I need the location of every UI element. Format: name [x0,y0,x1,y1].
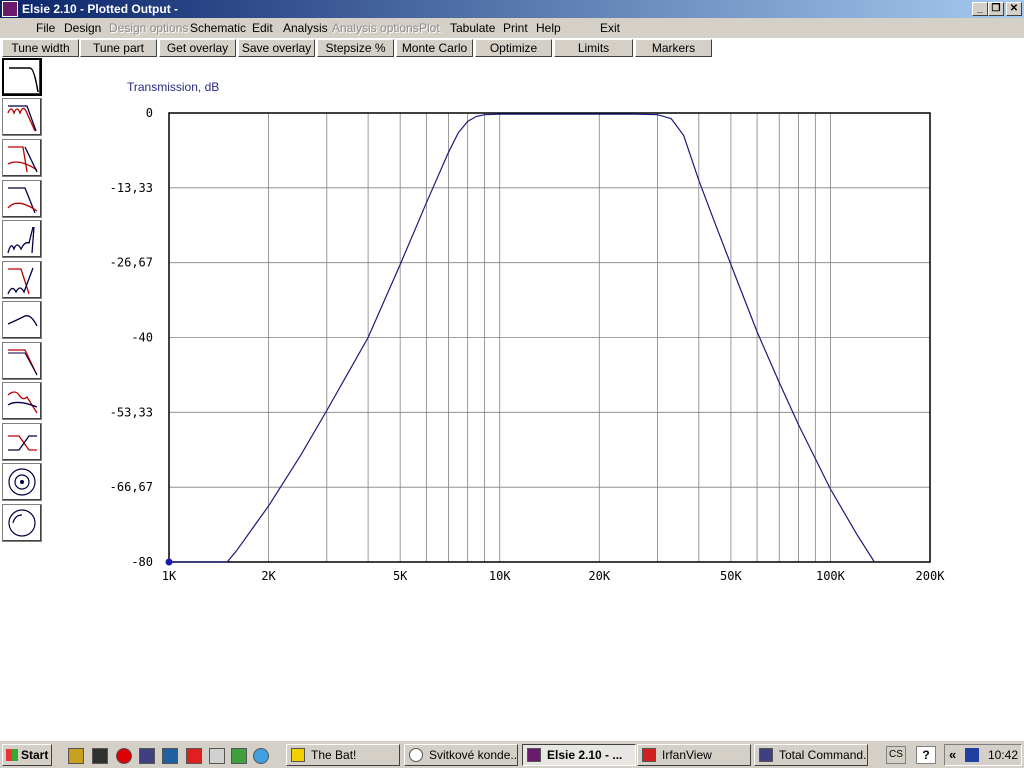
tray-chevron-icon[interactable]: « [949,747,956,762]
tune-part-button[interactable]: Tune part [80,39,157,57]
elsie-icon [527,748,541,762]
optimize-button[interactable]: Optimize [475,39,552,57]
save-overlay-button[interactable]: Save overlay [238,39,315,57]
ie-icon[interactable] [253,748,269,764]
y-tick-label: -13,33 [110,181,153,195]
x-tick-label: 200K [916,569,946,583]
menu-bar: File Design Design options Schematic Edi… [0,18,1024,38]
x-tick-label: 5K [393,569,408,583]
calc-icon[interactable] [231,748,247,764]
star-burst-icon[interactable] [186,748,202,764]
clock[interactable]: 10:42 [988,748,1018,762]
minimize-button[interactable]: _ [972,2,988,16]
x-tick-label: 1K [162,569,177,583]
y-tick-label: -26,67 [110,256,153,270]
x-tick-label: 50K [720,569,742,583]
title-bar: Elsie 2.10 - Plotted Output - _ ❐ ✕ [0,0,1024,18]
menu-file[interactable]: File [36,21,55,35]
menu-analysis[interactable]: Analysis [283,21,328,35]
task-elsie[interactable]: Elsie 2.10 - ... [522,744,636,766]
tune-width-button[interactable]: Tune width [2,39,79,57]
x-tick-label: 10K [489,569,511,583]
y-tick-label: -80 [131,555,153,569]
mailbox-icon[interactable] [92,748,108,764]
tool-icon[interactable] [162,748,178,764]
x-tick-label: 100K [816,569,846,583]
taskbar: Start The Bat! Svitkové konde... Elsie 2… [0,740,1024,768]
menu-exit[interactable]: Exit [600,21,620,35]
markers-button[interactable]: Markers [635,39,712,57]
task-svitkove[interactable]: Svitkové konde... [404,744,518,766]
y-tick-label: -40 [131,331,153,345]
transmission-curve [169,113,875,563]
y-axis-label: Transmission, dB [127,80,219,94]
info-icon[interactable] [209,748,225,764]
bat-icon [291,748,305,762]
task-the-bat[interactable]: The Bat! [286,744,400,766]
x-tick-label: 2K [261,569,276,583]
menu-plot: Plot [419,21,440,35]
limits-button[interactable]: Limits [554,39,633,57]
task-label: Svitkové konde... [429,748,518,762]
winamp-icon[interactable] [68,748,84,764]
antivirus-shield-icon[interactable] [965,748,979,762]
menu-design[interactable]: Design [64,21,101,35]
task-label: The Bat! [311,748,357,762]
menu-tabulate[interactable]: Tabulate [450,21,495,35]
transmission-chart: Transmission, dB 0 -13,33 -26,67 -40 -53,33 -… [110,80,946,583]
start-button[interactable]: Start [2,744,52,766]
task-total-commander[interactable]: Total Command... [754,744,868,766]
save-disk-icon[interactable] [139,748,155,764]
monte-carlo-button[interactable]: Monte Carlo [396,39,473,57]
system-tray: « 10:42 [944,744,1022,766]
x-tick-labels: 1K 2K 5K 10K 20K 50K 100K 200K [162,569,945,583]
restore-button[interactable]: ❐ [988,2,1004,16]
language-indicator[interactable]: CS [886,746,906,764]
y-tick-label: -66,67 [110,480,153,494]
x-tick-label: 20K [588,569,610,583]
window-title: Elsie 2.10 - Plotted Output - [22,2,179,16]
menu-print[interactable]: Print [503,21,528,35]
start-marker[interactable] [165,558,173,566]
menu-analysis-options: Analysis options [332,21,419,35]
disk-icon [759,748,773,762]
irfanview-icon [642,748,656,762]
y-tick-label: 0 [146,106,153,120]
toolbar: Tune width Tune part Get overlay Save ov… [0,38,1024,58]
stepsize-button[interactable]: Stepsize % [317,39,394,57]
menu-schematic[interactable]: Schematic [190,21,246,35]
elsie-app-icon[interactable] [2,1,18,17]
y-tick-label: -53,33 [110,405,153,419]
task-irfanview[interactable]: IrfanView [637,744,751,766]
y-tick-labels: 0 -13,33 -26,67 -40 -53,33 -66,67 -80 [110,106,153,569]
chart-grid [169,113,930,562]
menu-design-options: Design options [109,21,189,35]
menu-help[interactable]: Help [536,21,561,35]
opera-task-icon [409,748,423,762]
close-button[interactable]: ✕ [1006,2,1022,16]
menu-edit[interactable]: Edit [252,21,273,35]
task-label: IrfanView [662,748,712,762]
start-label: Start [21,748,49,762]
windows-logo-icon [6,749,18,761]
get-overlay-button[interactable]: Get overlay [159,39,236,57]
task-label: Elsie 2.10 - ... [547,748,623,762]
opera-icon[interactable] [116,748,132,764]
task-label: Total Command... [779,748,868,762]
help-icon[interactable]: ? [916,746,936,764]
